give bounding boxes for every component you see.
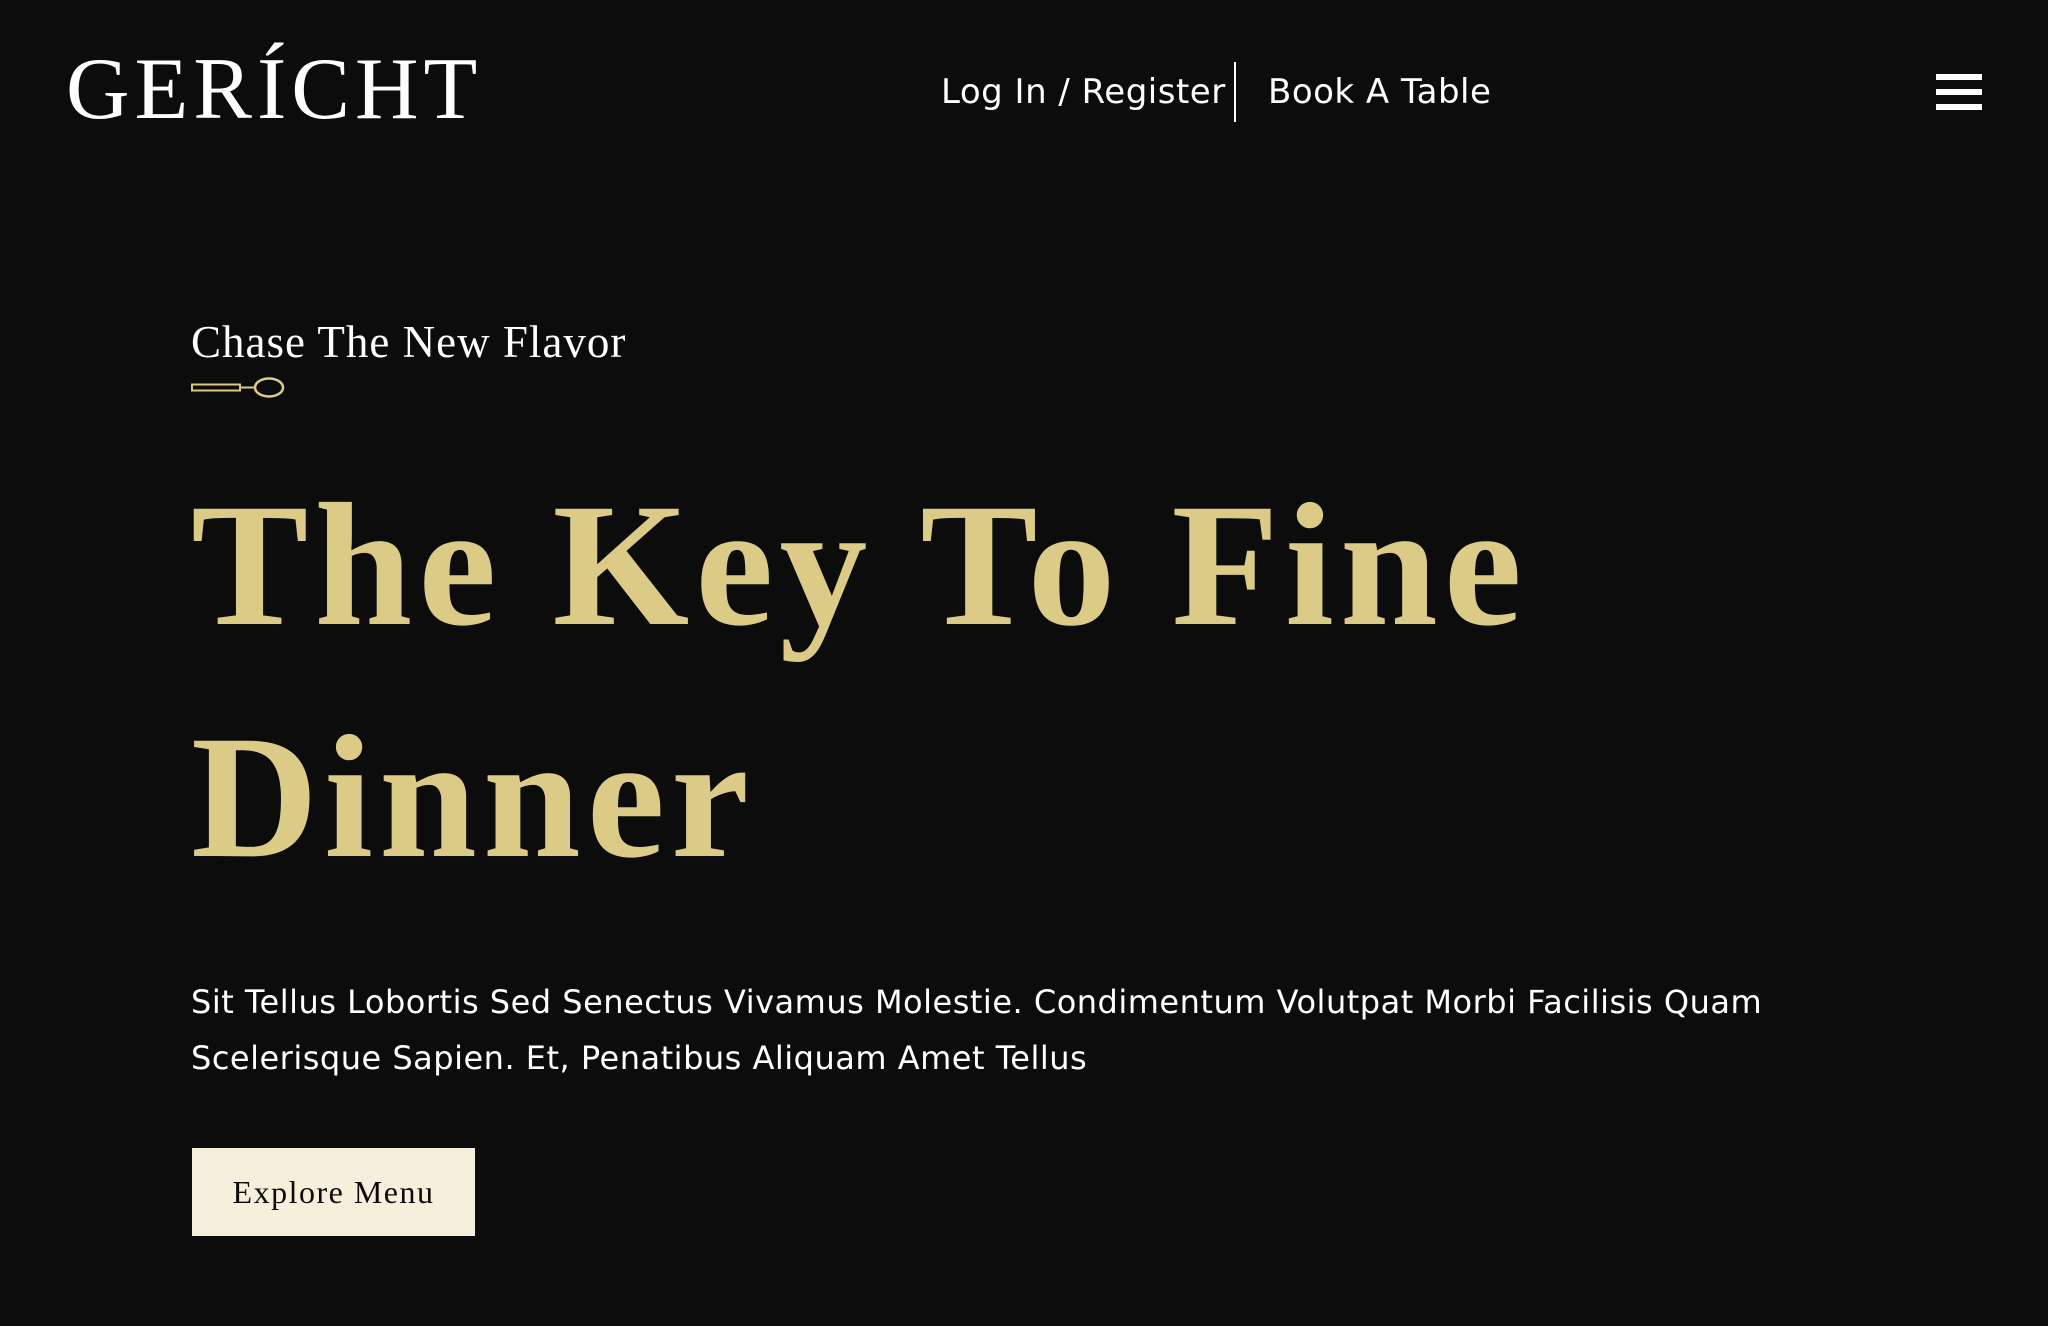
login-register-link[interactable]: Log In / Register: [941, 68, 1226, 116]
hero-subtitle: Chase The New Flavor: [191, 317, 627, 367]
nav-divider: [1234, 62, 1236, 122]
hero-headline: The Key To Fine Dinner: [191, 468, 1528, 895]
book-table-link[interactable]: Book A Table: [1268, 68, 1491, 116]
spoon-icon: [191, 377, 285, 398]
site-logo[interactable]: GERÍCHT: [66, 40, 482, 140]
hero-description: Sit Tellus Lobortis Sed Senectus Vivamus…: [191, 983, 1763, 1077]
hamburger-menu-icon[interactable]: [1936, 74, 1982, 110]
explore-menu-button[interactable]: Explore Menu: [192, 1148, 475, 1236]
navbar: GERÍCHT Log In / Register Book A Table: [0, 0, 2048, 185]
